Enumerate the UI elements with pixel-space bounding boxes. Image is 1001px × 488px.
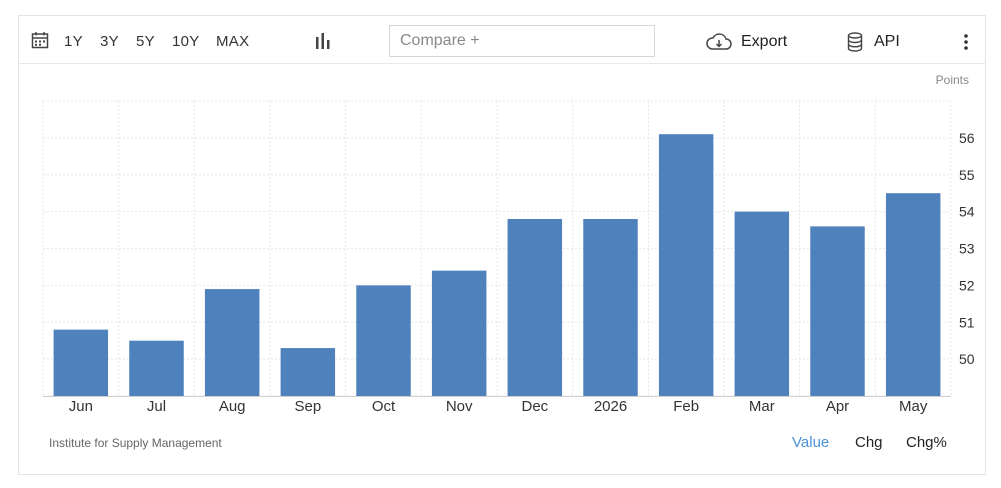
export-button[interactable]: Export: [741, 33, 787, 51]
mode-chg-pct-button[interactable]: Chg%: [906, 434, 947, 451]
api-button[interactable]: API: [874, 33, 900, 51]
toolbar: 1Y 3Y 5Y 10Y MAX Export: [19, 16, 985, 64]
x-tick-label: Oct: [372, 398, 396, 415]
cloud-download-icon[interactable]: [706, 33, 732, 56]
range-button-1y[interactable]: 1Y: [64, 33, 83, 50]
y-tick-label: 53: [959, 241, 975, 257]
y-tick-label: 51: [959, 314, 975, 330]
x-tick-label: Sep: [294, 398, 321, 415]
bar-dec: [507, 219, 563, 396]
source-label: Institute for Supply Management: [49, 436, 222, 450]
chart-widget: 1Y 3Y 5Y 10Y MAX Export: [18, 15, 986, 475]
bar-jul: [129, 340, 184, 396]
compare-input[interactable]: [389, 25, 655, 57]
bar-feb: [658, 134, 714, 396]
bar-2026: [583, 219, 638, 396]
bar-nov: [431, 270, 487, 396]
calendar-icon[interactable]: [31, 31, 49, 54]
range-button-10y[interactable]: 10Y: [172, 33, 200, 50]
mode-value-button[interactable]: Value: [792, 434, 829, 451]
bar-chart: Jun Jul Aug Sep Oct Nov Dec 2026 Feb Mar Apr May 50 5…: [42, 100, 975, 415]
y-tick-label: 54: [959, 204, 975, 220]
x-tick-label: Jul: [147, 398, 166, 415]
x-tick-label: Aug: [219, 398, 246, 415]
bar-jun: [53, 329, 109, 396]
range-button-5y[interactable]: 5Y: [136, 33, 155, 50]
x-tick-label: Feb: [673, 398, 699, 415]
database-icon[interactable]: [847, 32, 863, 57]
bar-may: [885, 193, 941, 396]
chart-type-icon[interactable]: [315, 33, 331, 54]
x-tick-label: Mar: [749, 398, 775, 415]
x-tick-label: Nov: [446, 398, 473, 415]
bar-sep: [280, 348, 336, 396]
y-tick-label: 50: [959, 351, 975, 367]
x-tick-label: May: [899, 398, 928, 415]
bar-oct: [356, 285, 411, 396]
more-options-icon[interactable]: [963, 34, 969, 55]
mode-chg-button[interactable]: Chg: [855, 434, 883, 451]
y-tick-label: 55: [959, 167, 975, 183]
x-tick-label: Apr: [826, 398, 849, 415]
bar-apr: [810, 226, 865, 396]
range-button-max[interactable]: MAX: [216, 33, 249, 50]
range-button-3y[interactable]: 3Y: [100, 33, 119, 50]
y-tick-label: 56: [959, 130, 975, 146]
x-tick-label: Jun: [69, 398, 93, 415]
bar-mar: [734, 211, 790, 396]
y-tick-label: 52: [959, 277, 975, 293]
bar-aug: [204, 289, 260, 396]
x-tick-label: Dec: [521, 398, 548, 415]
x-tick-label: 2026: [594, 398, 627, 415]
